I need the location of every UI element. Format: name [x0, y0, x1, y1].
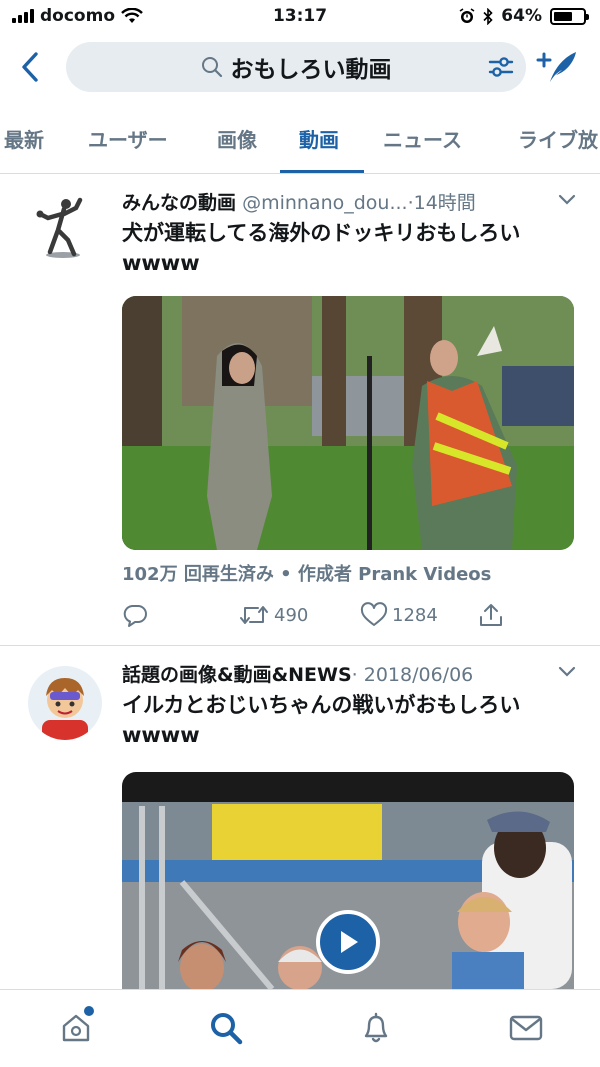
tab-images[interactable]: 画像	[217, 124, 257, 153]
back-button[interactable]	[16, 50, 46, 84]
battery-percent: 64%	[501, 6, 542, 26]
reply-icon	[123, 605, 147, 627]
bluetooth-icon	[483, 7, 493, 25]
tweet-header: みんなの動画 @minnano_dou...·14時間	[122, 188, 476, 215]
search-query: おもしろい動画	[230, 57, 392, 83]
home-icon	[62, 1014, 90, 1042]
search-tabs: 最新 ユーザー 画像 動画 ニュース ライブ放	[0, 100, 600, 174]
nav-notifications[interactable]	[356, 1008, 396, 1048]
tab-videos[interactable]: 動画	[299, 124, 339, 153]
cartoon-character-icon	[42, 678, 88, 740]
tweet-header: 話題の画像&動画&NEWS· 2018/06/06	[122, 660, 473, 687]
retweet-count: 490	[274, 604, 309, 626]
play-button[interactable]	[316, 910, 380, 974]
status-bar: docomo 13:17 64%	[0, 0, 600, 34]
author-name[interactable]: 話題の画像&動画&NEWS	[122, 664, 352, 686]
share-icon	[480, 604, 502, 626]
search-input[interactable]: おもしろい動画	[66, 42, 526, 92]
chevron-down-icon[interactable]	[558, 194, 576, 206]
video-thumbnail[interactable]	[122, 772, 574, 989]
chevron-down-icon[interactable]	[558, 666, 576, 678]
tweet-text: 犬が運転してる海外のドッキリおもしろいwwww	[122, 221, 521, 275]
nav-messages[interactable]	[506, 1008, 546, 1048]
video-view-info: 102万 回再生済み • 作成者 Prank Videos	[122, 564, 492, 585]
bell-icon	[364, 1012, 388, 1043]
statue-figure-icon	[36, 197, 83, 258]
retweet-icon	[240, 606, 268, 624]
like-count: 1284	[392, 604, 438, 626]
nav-home[interactable]	[56, 1006, 96, 1048]
video-frame-image	[122, 296, 574, 550]
author-handle: @minnano_dou...	[242, 192, 408, 214]
alarm-icon	[459, 8, 475, 23]
compose-button[interactable]	[536, 48, 578, 86]
play-icon	[341, 931, 358, 953]
tweet-actions: 490 1284	[122, 602, 512, 632]
nav-search[interactable]	[206, 1008, 246, 1048]
search-icon	[201, 57, 222, 78]
author-name[interactable]: みんなの動画	[122, 192, 236, 214]
reply-button[interactable]	[122, 602, 148, 628]
video-thumbnail[interactable]	[122, 296, 574, 550]
tweet[interactable]: 話題の画像&動画&NEWS· 2018/06/06 イルカとおじいちゃんの戦いが…	[0, 646, 600, 989]
notification-dot	[84, 1006, 94, 1016]
sliders-icon[interactable]	[488, 55, 514, 79]
tab-latest[interactable]: 最新	[4, 124, 44, 153]
search-header: おもしろい動画	[0, 34, 600, 100]
tweet-time: · 2018/06/06	[351, 664, 474, 686]
tweet[interactable]: みんなの動画 @minnano_dou...·14時間 犬が運転してる海外のドッ…	[0, 174, 600, 646]
avatar[interactable]	[28, 666, 102, 740]
avatar[interactable]	[28, 192, 102, 266]
battery-icon	[550, 7, 589, 25]
status-right: 64%	[459, 6, 589, 26]
tab-users[interactable]: ユーザー	[88, 124, 168, 153]
tweet-time: ·14時間	[407, 192, 476, 214]
mail-icon	[509, 1015, 543, 1041]
tab-news[interactable]: ニュース	[383, 124, 462, 153]
like-button[interactable]: 1284	[360, 602, 438, 628]
tweet-text: イルカとおじいちゃんの戦いがおもしろいwwww	[122, 693, 521, 747]
search-icon	[211, 1013, 243, 1045]
retweet-button[interactable]: 490	[238, 602, 308, 628]
heart-icon	[360, 602, 388, 626]
bottom-navigation	[0, 989, 600, 1067]
share-button[interactable]	[478, 602, 504, 628]
tab-live[interactable]: ライブ放	[518, 124, 598, 153]
